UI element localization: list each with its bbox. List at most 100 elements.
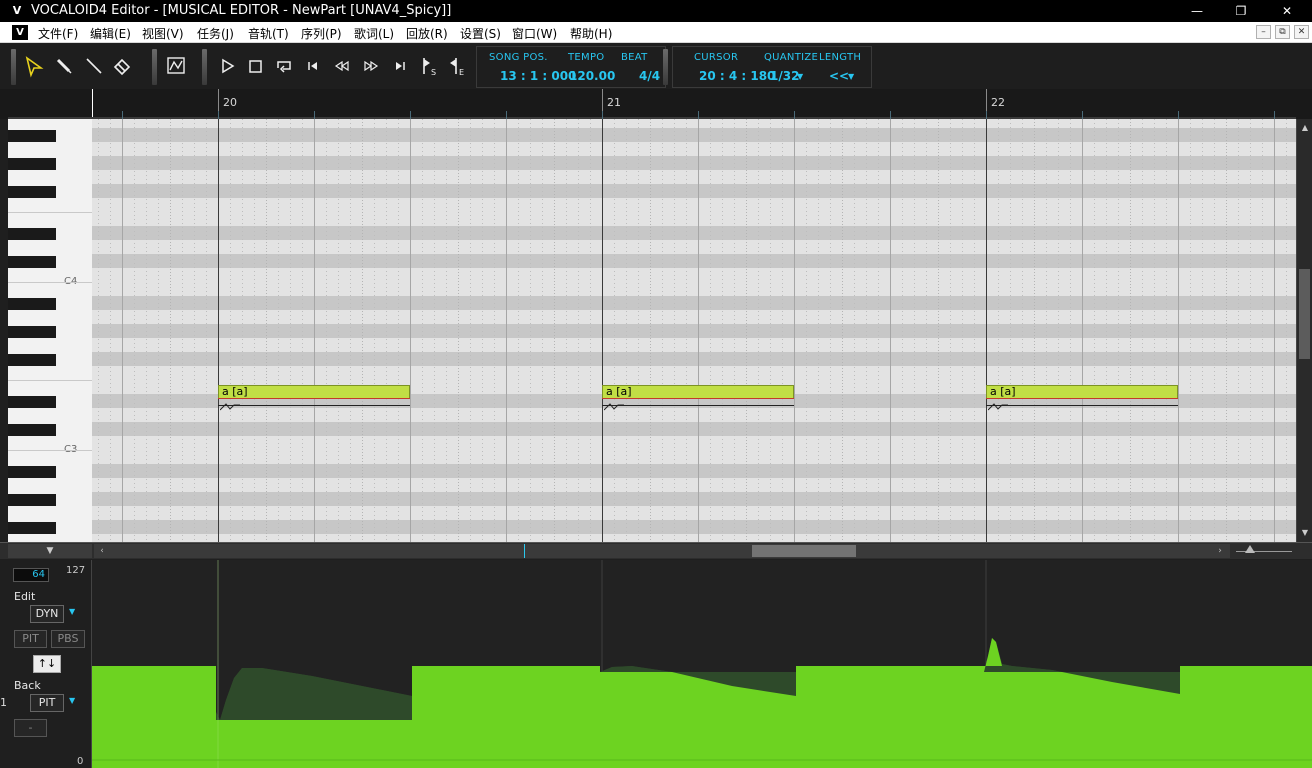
- menu-window[interactable]: 窗口(W): [512, 25, 557, 42]
- grid-row: [92, 128, 1296, 142]
- black-key[interactable]: [8, 256, 56, 268]
- back-param-dropdown-icon[interactable]: ▼: [69, 697, 77, 705]
- arrow-tool-icon[interactable]: [22, 54, 46, 78]
- play-icon[interactable]: [215, 54, 239, 78]
- goto-end-icon[interactable]: [388, 54, 412, 78]
- scroll-left-icon[interactable]: ‹: [96, 545, 108, 557]
- pbs-button[interactable]: PBS: [51, 630, 85, 648]
- horizontal-scrollbar[interactable]: ‹ ›: [94, 544, 1230, 558]
- vertical-scrollbar[interactable]: ▲ ▼: [1296, 119, 1312, 542]
- zoom-slider[interactable]: [1232, 544, 1296, 558]
- note-vibrato-line: [602, 398, 794, 399]
- note[interactable]: a [a]: [602, 385, 794, 399]
- rewind-icon[interactable]: [330, 54, 354, 78]
- toolbar-grip-2[interactable]: [152, 49, 157, 85]
- mdi-minimize-button[interactable]: –: [1256, 25, 1271, 39]
- control-value-box[interactable]: 64: [13, 568, 49, 582]
- length-value[interactable]: <<: [829, 69, 849, 83]
- document-icon[interactable]: V: [12, 25, 28, 40]
- black-key[interactable]: [8, 522, 56, 534]
- edit-label: Edit: [14, 590, 36, 603]
- line-tool-icon[interactable]: [82, 54, 106, 78]
- menu-file[interactable]: 文件(F): [38, 25, 78, 42]
- dynamics-curve-area[interactable]: [92, 560, 1312, 768]
- menu-job[interactable]: 任务(J): [197, 25, 234, 42]
- menu-edit[interactable]: 编辑(E): [90, 25, 131, 42]
- mdi-restore-button[interactable]: ⧉: [1275, 25, 1290, 39]
- pencil-tool-icon[interactable]: [52, 54, 76, 78]
- swap-button[interactable]: ↑↓: [33, 655, 61, 673]
- measure-ruler[interactable]: 20 21 22: [0, 89, 1312, 119]
- ruler-beat-tick: [986, 111, 987, 119]
- tempo-value[interactable]: 120.00: [569, 69, 615, 83]
- toolbar-grip[interactable]: [11, 49, 16, 85]
- black-key[interactable]: [8, 354, 56, 366]
- black-key[interactable]: [8, 158, 56, 170]
- playhead-marker: [524, 544, 525, 558]
- black-key[interactable]: [8, 228, 56, 240]
- track-select-dropdown[interactable]: ▼: [8, 544, 92, 558]
- mdi-close-button[interactable]: ✕: [1294, 25, 1309, 39]
- black-key[interactable]: [8, 130, 56, 142]
- cursor-value: 20 : 4 : 180: [699, 69, 776, 83]
- edit-param-select[interactable]: DYN: [30, 605, 64, 623]
- menu-playback[interactable]: 回放(R): [406, 25, 448, 42]
- black-key[interactable]: [8, 396, 56, 408]
- vocaloid-editor-window: V VOCALOID4 Editor - [MUSICAL EDITOR - N…: [0, 0, 1312, 768]
- minimize-button[interactable]: —: [1174, 0, 1220, 22]
- vertical-scroll-thumb[interactable]: [1299, 269, 1310, 359]
- menu-view[interactable]: 视图(V): [142, 25, 184, 42]
- white-key-divider: [8, 212, 92, 213]
- grid-row: [92, 338, 1296, 352]
- grid-lines: [92, 119, 1296, 542]
- beat-label: BEAT: [621, 52, 648, 63]
- piano-keyboard[interactable]: C4 C3: [8, 119, 92, 542]
- scroll-down-icon[interactable]: ▼: [1299, 527, 1311, 539]
- menu-track[interactable]: 音轨(T): [248, 25, 289, 42]
- black-key[interactable]: [8, 424, 56, 436]
- black-key[interactable]: [8, 466, 56, 478]
- toolbar-grip-4[interactable]: [663, 49, 668, 85]
- start-marker-icon[interactable]: S: [417, 54, 441, 78]
- note[interactable]: a [a]: [218, 385, 410, 399]
- piano-roll-grid[interactable]: a [a] a [a] a [a]: [92, 119, 1296, 542]
- menu-help[interactable]: 帮助(H): [570, 25, 612, 42]
- eraser-tool-icon[interactable]: [110, 54, 134, 78]
- minus-button[interactable]: -: [14, 719, 47, 737]
- horizontal-scroll-thumb[interactable]: [752, 545, 856, 557]
- length-dropdown-icon[interactable]: ▼: [848, 72, 854, 81]
- black-key[interactable]: [8, 326, 56, 338]
- note-attack-icon: [604, 403, 624, 411]
- end-marker-icon[interactable]: E: [446, 54, 470, 78]
- toolbar-grip-3[interactable]: [202, 49, 207, 85]
- goto-start-icon[interactable]: [301, 54, 325, 78]
- menu-lyrics[interactable]: 歌词(L): [354, 25, 394, 42]
- stop-icon[interactable]: [243, 54, 267, 78]
- black-key[interactable]: [8, 494, 56, 506]
- black-key[interactable]: [8, 298, 56, 310]
- zoom-handle-icon[interactable]: [1245, 545, 1255, 553]
- beat-value[interactable]: 4/4: [639, 69, 660, 83]
- menu-sequence[interactable]: 序列(P): [301, 25, 342, 42]
- fast-forward-icon[interactable]: [359, 54, 383, 78]
- scroll-right-icon[interactable]: ›: [1214, 545, 1226, 557]
- song-pos-value[interactable]: 13 : 1 : 000: [500, 69, 576, 83]
- back-param-select[interactable]: PIT: [30, 694, 64, 712]
- curve-editor-icon[interactable]: [164, 54, 188, 78]
- note[interactable]: a [a]: [986, 385, 1178, 399]
- note-vibrato-line: [218, 398, 410, 399]
- close-button[interactable]: ✕: [1264, 0, 1310, 22]
- loop-icon[interactable]: [272, 54, 296, 78]
- menu-settings[interactable]: 设置(S): [460, 25, 501, 42]
- ruler-beat-tick: [314, 111, 315, 119]
- grid-row: [92, 366, 1296, 380]
- restore-button[interactable]: ❐: [1218, 0, 1264, 22]
- pit-button[interactable]: PIT: [14, 630, 47, 648]
- quantize-dropdown-icon[interactable]: ▼: [797, 72, 803, 81]
- edit-param-dropdown-icon[interactable]: ▼: [69, 608, 77, 616]
- bar-number-20: 20: [223, 96, 237, 109]
- black-key[interactable]: [8, 186, 56, 198]
- quantize-value[interactable]: 1/32: [770, 69, 799, 83]
- ruler-beat-tick: [1082, 111, 1083, 119]
- scroll-up-icon[interactable]: ▲: [1299, 122, 1311, 134]
